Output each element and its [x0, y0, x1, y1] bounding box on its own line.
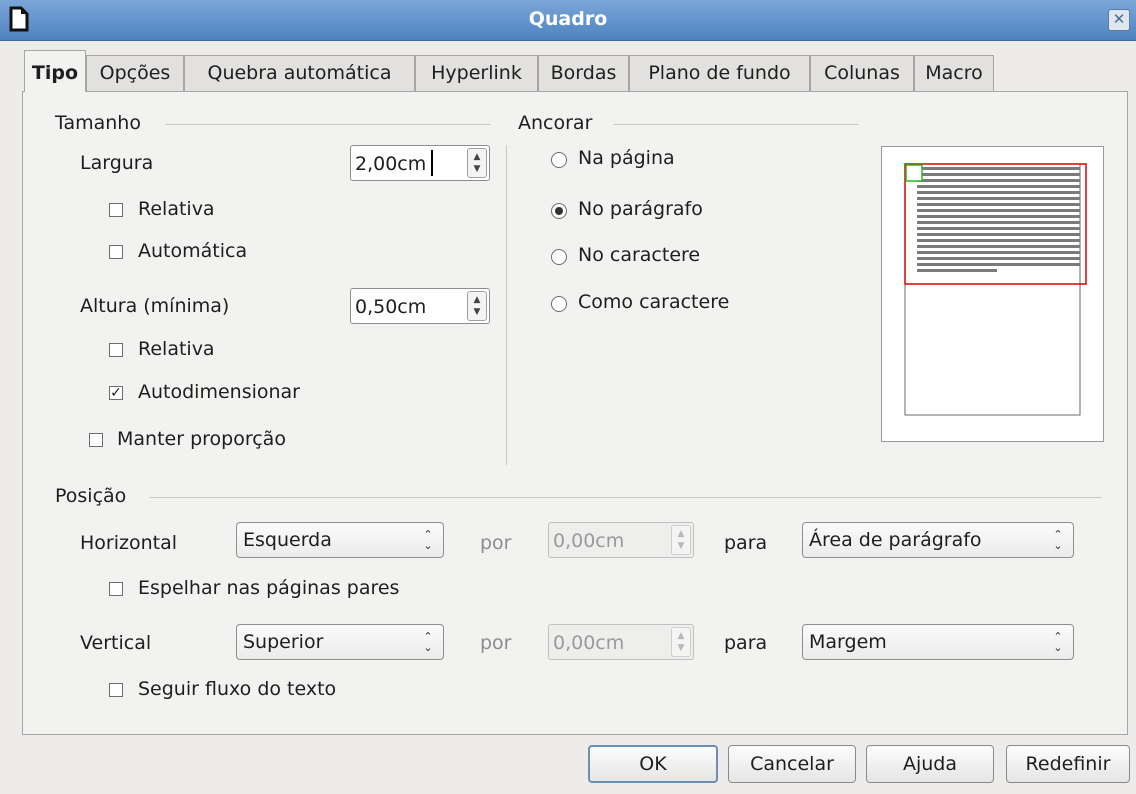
por-horizontal-label: por: [480, 532, 512, 554]
manter-proporcao-label: Manter proporção: [117, 428, 286, 450]
text-cursor: [431, 150, 433, 176]
spin-down-icon[interactable]: ▼: [672, 643, 690, 653]
anchor-paragraph-label: No parágrafo: [578, 198, 703, 220]
horizontal-offset-value: 0,00cm: [553, 530, 625, 552]
altura-spinbox[interactable]: 0,50cm ▲ ▼: [350, 288, 490, 324]
updown-chevron-icon: ⌃ ⌄: [423, 630, 433, 654]
updown-chevron-icon: ⌃ ⌄: [1053, 528, 1063, 552]
vertical-offset-spinbox[interactable]: 0,00cm ▲ ▼: [548, 624, 694, 660]
tab-quebra-automatica[interactable]: Quebra automática: [184, 55, 415, 91]
relativa-width-label: Relativa: [138, 198, 215, 220]
spin-down-icon[interactable]: ▼: [468, 307, 486, 317]
largura-spin-arrows[interactable]: ▲ ▼: [467, 148, 487, 178]
horizontal-label: Horizontal: [80, 532, 178, 554]
relativa-height-checkbox[interactable]: [109, 343, 123, 357]
title-bar: Quadro ✕: [0, 0, 1136, 41]
spin-down-icon[interactable]: ▼: [468, 164, 486, 174]
anchor-preview: [881, 146, 1104, 442]
radio-selected-dot: [555, 207, 563, 215]
horizontal-para-value: Área de parágrafo: [809, 529, 982, 551]
anchor-character-radio[interactable]: [551, 249, 567, 265]
espelhar-label: Espelhar nas páginas pares: [138, 577, 400, 599]
seguir-fluxo-checkbox[interactable]: [109, 683, 123, 697]
tab-bordas[interactable]: Bordas: [538, 55, 629, 91]
altura-spin-arrows[interactable]: ▲ ▼: [467, 291, 487, 321]
horizontal-dropdown[interactable]: Esquerda ⌃ ⌄: [236, 522, 444, 558]
spin-down-icon[interactable]: ▼: [672, 541, 690, 551]
spin-up-icon[interactable]: ▲: [672, 529, 690, 539]
largura-spinbox[interactable]: 2,00cm ▲ ▼: [350, 145, 490, 181]
seguir-fluxo-label: Seguir fluxo do texto: [138, 678, 337, 700]
para-horizontal-label: para: [724, 532, 768, 554]
relativa-height-label: Relativa: [138, 338, 215, 360]
reset-button[interactable]: Redefinir: [1006, 745, 1130, 783]
anchor-character-label: No caractere: [578, 244, 701, 266]
automatica-label: Automática: [138, 240, 248, 262]
relativa-width-checkbox[interactable]: [109, 203, 123, 217]
anchor-page-label: Na página: [578, 147, 675, 169]
vertical-offset-value: 0,00cm: [553, 632, 625, 654]
horizontal-para-dropdown[interactable]: Área de parágrafo ⌃ ⌄: [802, 522, 1074, 558]
window-title: Quadro: [528, 8, 608, 30]
largura-label-text: Largura: [80, 152, 154, 174]
vertical-value: Superior: [243, 631, 324, 653]
ancorar-separator: [614, 124, 858, 125]
vertical-para-value: Margem: [809, 631, 887, 653]
altura-value: 0,50cm: [355, 296, 427, 318]
posicao-header: Posição: [55, 485, 127, 507]
anchor-paragraph-radio[interactable]: [551, 203, 567, 219]
updown-chevron-icon: ⌃ ⌄: [1053, 630, 1063, 654]
spin-up-icon[interactable]: ▲: [468, 152, 486, 162]
close-icon[interactable]: ✕: [1108, 9, 1130, 31]
cancel-button[interactable]: Cancelar: [728, 745, 856, 783]
anchor-as-character-radio[interactable]: [551, 296, 567, 312]
spin-up-icon[interactable]: ▲: [672, 631, 690, 641]
ancorar-header: Ancorar: [518, 112, 593, 134]
horizontal-value: Esquerda: [243, 529, 332, 551]
tab-opcoes[interactable]: Opções: [86, 55, 184, 91]
largura-label: Largura: [80, 152, 153, 174]
spin-up-icon[interactable]: ▲: [468, 295, 486, 305]
anchor-preview-graphic: [904, 163, 1087, 416]
horizontal-offset-spinbox[interactable]: 0,00cm ▲ ▼: [548, 522, 694, 558]
updown-chevron-icon: ⌃ ⌄: [423, 528, 433, 552]
tab-plano-de-fundo[interactable]: Plano de fundo: [629, 55, 810, 91]
horizontal-offset-arrows[interactable]: ▲ ▼: [671, 525, 691, 555]
para-vertical-label: para: [724, 632, 768, 654]
posicao-separator: [150, 497, 1102, 498]
manter-proporcao-checkbox[interactable]: [89, 433, 103, 447]
tab-macro[interactable]: Macro: [914, 55, 994, 91]
tab-hyperlink[interactable]: Hyperlink: [415, 55, 538, 91]
vertical-dropdown[interactable]: Superior ⌃ ⌄: [236, 624, 444, 660]
largura-value: 2,00cm: [355, 153, 427, 175]
tab-tipo[interactable]: Tipo: [24, 50, 86, 92]
tab-colunas[interactable]: Colunas: [810, 55, 914, 91]
vertical-label: Vertical: [80, 632, 152, 654]
autodimensionar-label: Autodimensionar: [138, 381, 300, 403]
vertical-para-dropdown[interactable]: Margem ⌃ ⌄: [802, 624, 1074, 660]
automatica-checkbox[interactable]: [109, 245, 123, 259]
help-button[interactable]: Ajuda: [866, 745, 994, 783]
tamanho-separator: [165, 124, 490, 125]
anchor-page-radio[interactable]: [551, 152, 567, 168]
por-vertical-label: por: [480, 632, 512, 654]
group-divider: [506, 145, 507, 465]
espelhar-checkbox[interactable]: [109, 582, 123, 596]
ok-button[interactable]: OK: [588, 745, 718, 783]
altura-label: Altura (mínima): [80, 295, 230, 317]
tamanho-header: Tamanho: [55, 112, 141, 134]
anchor-as-character-label: Como caractere: [578, 291, 730, 313]
vertical-offset-arrows[interactable]: ▲ ▼: [671, 627, 691, 657]
autodimensionar-checkbox[interactable]: ✓: [109, 386, 123, 400]
